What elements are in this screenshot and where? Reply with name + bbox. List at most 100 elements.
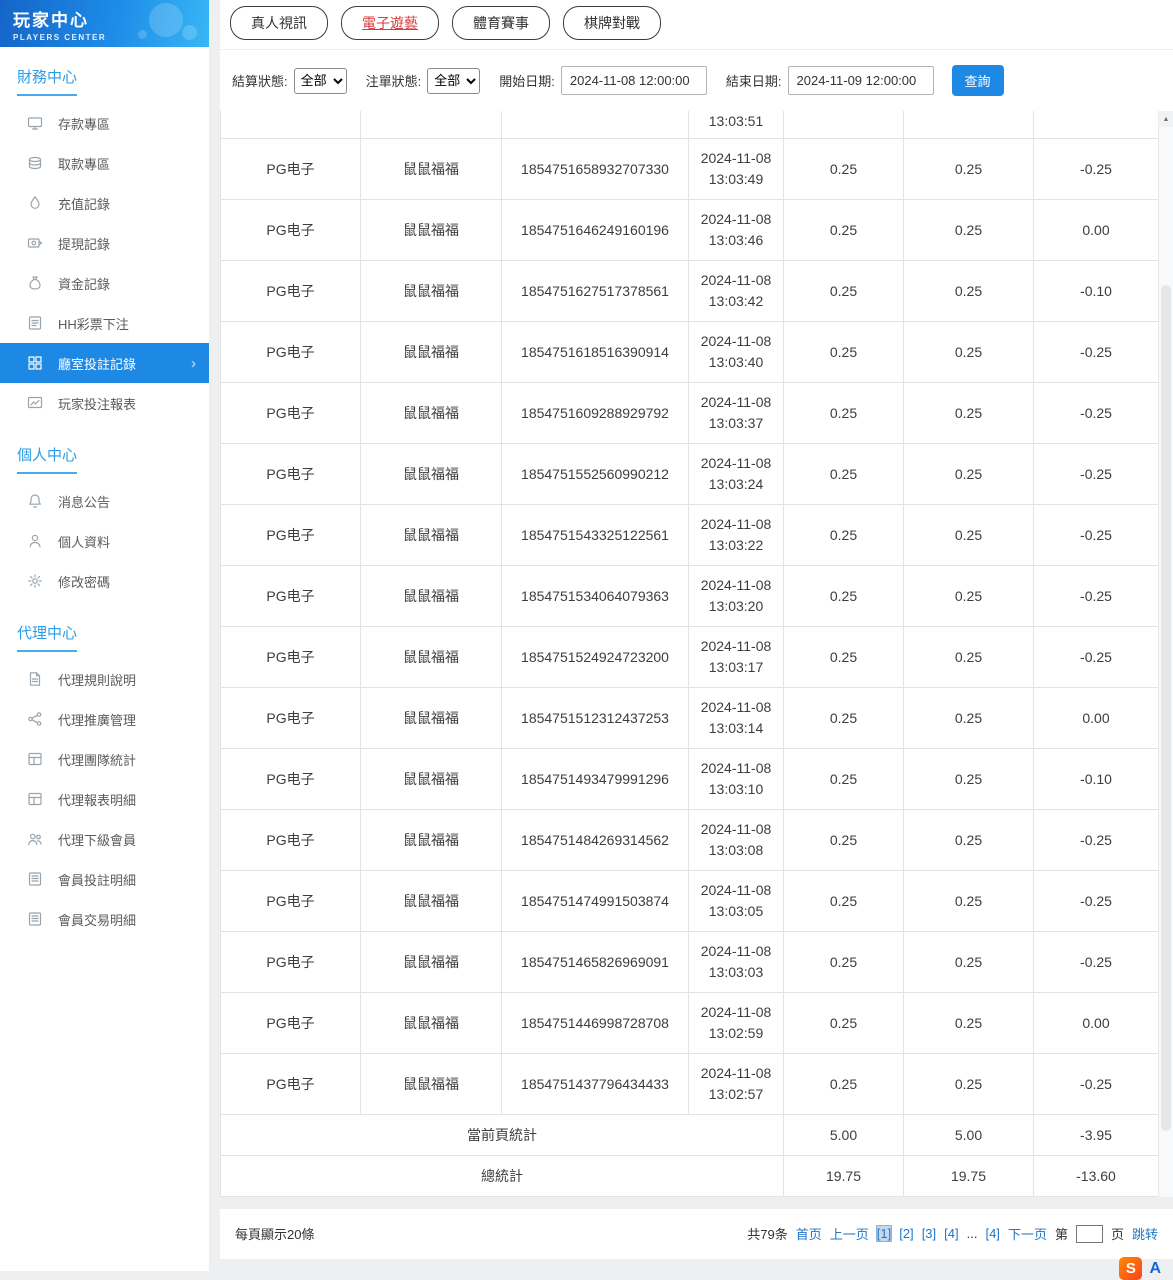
page-number-link[interactable]: [1] [877, 1226, 891, 1241]
end-date-input[interactable] [788, 66, 934, 95]
cell-order-number: 1854751627517378561 [502, 260, 689, 321]
table-icon [27, 751, 43, 767]
cell-platform: PG电子 [221, 809, 361, 870]
team-icon [27, 831, 43, 847]
jump-prefix-label: 第 [1055, 1224, 1068, 1243]
sidebar-item[interactable]: 存款專區 [0, 103, 209, 143]
prev-page-link[interactable]: 上一页 [830, 1224, 869, 1243]
settle-status-select[interactable]: 全部 [294, 68, 347, 94]
cell-bet-amount: 0.25 [784, 321, 904, 382]
table-row: PG电子鼠鼠福福18547516462491601962024-11-0813:… [221, 199, 1159, 260]
page-size-text: 每頁顯示20條 [235, 1224, 314, 1243]
ime-mode-indicator[interactable]: A [1149, 1257, 1161, 1278]
cell-datetime: 2024-11-0813:03:05 [689, 870, 784, 931]
sidebar-item-label: HH彩票下注 [58, 314, 129, 333]
sidebar-item[interactable]: 個人資料 [0, 521, 209, 561]
search-button[interactable]: 查詢 [952, 65, 1004, 96]
game-category-tab[interactable]: 體育賽事 [452, 6, 550, 40]
cell-datetime: 2024-11-0813:02:59 [689, 992, 784, 1053]
game-category-tab[interactable]: 棋牌對戰 [563, 6, 661, 40]
sidebar-item[interactable]: 玩家投注報表 [0, 383, 209, 423]
cell-game [361, 111, 502, 138]
sidebar-item[interactable]: 代理下級會員 [0, 819, 209, 859]
jump-button[interactable]: 跳转 [1132, 1224, 1158, 1243]
summary-label: 當前頁統計 [221, 1114, 784, 1155]
table-row: PG电子鼠鼠福福18547514469987287082024-11-0813:… [221, 992, 1159, 1053]
cell-valid-bet: 0.25 [904, 321, 1034, 382]
cell-bet-amount [784, 111, 904, 138]
room-bet-icon [27, 355, 43, 371]
summary-valid-bet: 19.75 [904, 1155, 1034, 1196]
sidebar-item[interactable]: 會員交易明細 [0, 899, 209, 939]
cell-game: 鼠鼠福福 [361, 626, 502, 687]
cell-platform: PG电子 [221, 626, 361, 687]
page-number-link[interactable]: [3] [922, 1226, 936, 1241]
sidebar-item-label: 會員交易明細 [58, 910, 136, 929]
deposit-icon [27, 115, 43, 131]
scrollbar-thumb[interactable] [1161, 285, 1171, 1132]
scrollbar-up-arrow-icon[interactable]: ▲ [1159, 111, 1173, 127]
cell-datetime: 2024-11-0813:03:08 [689, 809, 784, 870]
summary-row: 當前頁統計5.005.00-3.95 [221, 1114, 1159, 1155]
cell-datetime: 2024-11-0813:03:10 [689, 748, 784, 809]
share-icon [27, 711, 43, 727]
cell-bet-amount: 0.25 [784, 1053, 904, 1114]
sidebar-item[interactable]: 修改密碼 [0, 561, 209, 601]
cell-profit: -0.25 [1034, 443, 1159, 504]
sogou-ime-icon[interactable]: S [1119, 1257, 1142, 1280]
game-category-tab[interactable]: 電子遊藝 [341, 6, 439, 40]
cell-profit: 0.00 [1034, 992, 1159, 1053]
sidebar-item-label: 取款專區 [58, 154, 110, 173]
page-number-link[interactable]: [4] [944, 1226, 958, 1241]
funds-icon [27, 275, 43, 291]
report-icon [27, 395, 43, 411]
sidebar-item[interactable]: 充值記錄 [0, 183, 209, 223]
cell-profit: -0.10 [1034, 748, 1159, 809]
page-number-link[interactable]: [2] [899, 1226, 913, 1241]
sidebar-item[interactable]: 廳室投註記錄› [0, 343, 209, 383]
cell-valid-bet: 0.25 [904, 626, 1034, 687]
cell-game: 鼠鼠福福 [361, 687, 502, 748]
sidebar-item[interactable]: 代理推廣管理 [0, 699, 209, 739]
order-status-label: 注單狀態: [366, 71, 422, 90]
sidebar-item[interactable]: 代理團隊統計 [0, 739, 209, 779]
summary-bet: 5.00 [784, 1114, 904, 1155]
cell-bet-amount: 0.25 [784, 809, 904, 870]
sidebar-item[interactable]: 提現記錄 [0, 223, 209, 263]
sidebar-item[interactable]: 取款專區 [0, 143, 209, 183]
cell-platform: PG电子 [221, 504, 361, 565]
cell-profit: -0.25 [1034, 565, 1159, 626]
cell-game: 鼠鼠福福 [361, 1053, 502, 1114]
sidebar-item[interactable]: 會員投註明細 [0, 859, 209, 899]
cell-datetime: 2024-11-0813:03:24 [689, 443, 784, 504]
sidebar-header: 玩家中心 PLAYERS CENTER [0, 0, 209, 47]
cashout-icon [27, 235, 43, 251]
cell-bet-amount: 0.25 [784, 992, 904, 1053]
cell-order-number: 1854751609288929792 [502, 382, 689, 443]
page-jump-input[interactable] [1076, 1225, 1103, 1243]
sidebar-item[interactable]: 資金記錄 [0, 263, 209, 303]
order-status-select[interactable]: 全部 [427, 68, 480, 94]
footer-bar: 每頁顯示20條 共79条 首页 上一页 [1][2][3][4] ... [4]… [220, 1209, 1173, 1259]
sidebar-item[interactable]: 代理規則說明 [0, 659, 209, 699]
game-category-tab[interactable]: 真人視訊 [230, 6, 328, 40]
table-scrollbar[interactable]: ▲ [1158, 111, 1173, 1197]
cell-platform: PG电子 [221, 138, 361, 199]
summary-profit: -3.95 [1034, 1114, 1159, 1155]
next-page-link[interactable]: 下一页 [1008, 1224, 1047, 1243]
cell-bet-amount: 0.25 [784, 931, 904, 992]
sidebar-item[interactable]: 消息公告 [0, 481, 209, 521]
start-date-label: 開始日期: [499, 71, 555, 90]
sidebar-item[interactable]: 代理報表明細 [0, 779, 209, 819]
cell-bet-amount: 0.25 [784, 199, 904, 260]
table-row-partial: 13:03:51 [221, 111, 1159, 138]
cell-valid-bet: 0.25 [904, 748, 1034, 809]
start-date-input[interactable] [561, 66, 707, 95]
first-page-link[interactable]: 首页 [796, 1224, 822, 1243]
cell-valid-bet: 0.25 [904, 870, 1034, 931]
cell-datetime: 2024-11-0813:03:37 [689, 382, 784, 443]
table-row: PG电子鼠鼠福福18547514658269690912024-11-0813:… [221, 931, 1159, 992]
table-icon [27, 791, 43, 807]
tail-page-link[interactable]: [4] [985, 1226, 999, 1241]
sidebar-item[interactable]: HH彩票下注 [0, 303, 209, 343]
